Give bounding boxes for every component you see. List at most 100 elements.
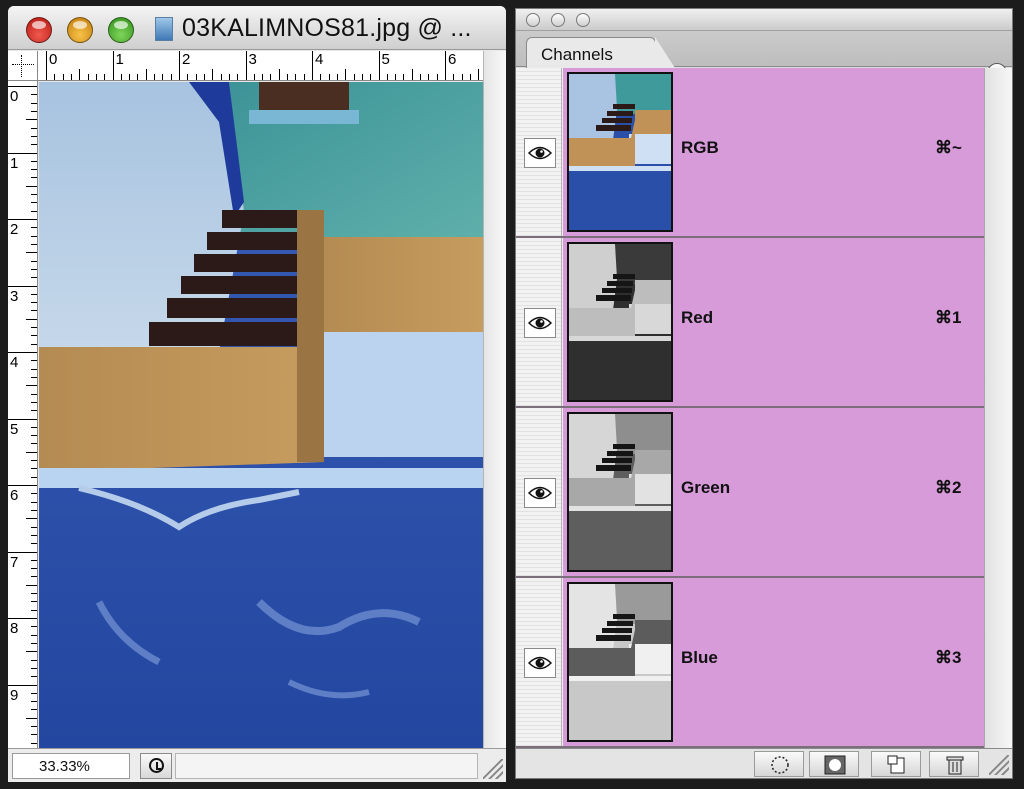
ruler-minor-tick — [461, 74, 463, 80]
ruler-label: 6 — [10, 487, 19, 504]
ruler-minor-tick — [31, 302, 37, 304]
load-channel-as-selection-button[interactable] — [754, 751, 804, 777]
panel-resize-grip-icon[interactable] — [989, 755, 1009, 775]
ruler-minor-tick — [31, 526, 37, 528]
vertical-ruler[interactable]: 0 1 2 3 4 5 6 7 8 9 — [8, 81, 38, 749]
ruler-minor-tick — [26, 385, 37, 387]
channel-row-blue[interactable]: Blue ⌘3 — [516, 578, 984, 748]
eye-icon[interactable] — [524, 478, 556, 508]
ruler-minor-tick — [31, 559, 37, 561]
ruler-origin-corner[interactable] — [8, 51, 38, 81]
visibility-column[interactable] — [516, 68, 562, 236]
tab-channels[interactable]: Channels — [526, 37, 675, 68]
channel-row-body[interactable]: Blue ⌘3 — [563, 578, 984, 746]
ruler-major-tick — [8, 285, 37, 287]
ruler-minor-tick — [31, 260, 37, 262]
horizontal-ruler[interactable]: 0 1 2 3 4 5 6 — [38, 51, 483, 81]
delete-channel-button[interactable] — [929, 751, 979, 777]
panel-footer — [516, 748, 1012, 778]
ruler-label: 0 — [10, 88, 19, 105]
ruler-minor-tick — [31, 401, 37, 403]
channel-row-red[interactable]: Red ⌘1 — [516, 238, 984, 408]
ruler-minor-tick — [295, 74, 297, 80]
ruler-minor-tick — [411, 69, 413, 80]
channel-row-body[interactable]: RGB ⌘~ — [563, 68, 984, 236]
ruler-minor-tick — [31, 202, 37, 204]
channel-row-rgb[interactable]: RGB ⌘~ — [516, 68, 984, 238]
ruler-minor-tick — [26, 584, 37, 586]
image-canvas[interactable] — [39, 82, 483, 748]
panel-minimize-button[interactable] — [551, 13, 565, 27]
ruler-minor-tick — [31, 701, 37, 703]
visibility-column[interactable] — [516, 408, 562, 576]
ruler-minor-tick — [31, 127, 37, 129]
trash-icon — [946, 756, 964, 775]
zoom-level-field[interactable]: 33.33% — [12, 753, 130, 779]
ruler-label: 5 — [381, 51, 390, 68]
ruler-minor-tick — [203, 74, 205, 80]
ruler-major-tick — [378, 51, 380, 80]
ruler-minor-tick — [31, 692, 37, 694]
ruler-minor-tick — [70, 74, 72, 80]
save-selection-as-channel-button[interactable] — [809, 751, 859, 777]
ruler-minor-tick — [31, 110, 37, 112]
ruler-minor-tick — [26, 717, 37, 719]
minimize-window-button[interactable] — [67, 17, 93, 43]
ruler-minor-tick — [31, 243, 37, 245]
ruler-major-tick — [8, 352, 37, 353]
image-file-icon[interactable] — [155, 17, 173, 41]
ruler-minor-tick — [31, 160, 37, 162]
ruler-minor-tick — [31, 410, 37, 412]
ruler-minor-tick — [31, 94, 37, 96]
ruler-label: 1 — [10, 154, 19, 172]
document-titlebar[interactable]: 03KALIMNOS81.jpg @ ... — [8, 6, 506, 50]
eye-icon[interactable] — [524, 648, 556, 678]
ruler-major-tick — [8, 219, 37, 220]
panel-vertical-scrollbar[interactable] — [984, 68, 1012, 748]
ruler-minor-tick — [31, 443, 37, 445]
ruler-minor-tick — [31, 568, 37, 570]
ruler-minor-tick — [87, 74, 89, 80]
ruler-minor-tick — [31, 268, 37, 270]
channel-name: Green — [681, 478, 731, 497]
ruler-label: 3 — [10, 287, 19, 305]
ruler-minor-tick — [31, 593, 37, 595]
eye-icon[interactable] — [524, 138, 556, 168]
ruler-minor-tick — [31, 435, 37, 437]
channel-name: RGB — [681, 138, 719, 157]
ruler-label: 5 — [10, 420, 19, 438]
ruler-major-tick — [112, 51, 114, 80]
ruler-minor-tick — [31, 726, 37, 728]
close-window-button[interactable] — [26, 17, 52, 43]
ruler-minor-tick — [31, 177, 37, 179]
eye-icon[interactable] — [524, 308, 556, 338]
new-page-icon — [887, 755, 905, 774]
channel-row-body[interactable]: Red ⌘1 — [563, 238, 984, 406]
channels-panel: Channels RGB ⌘~ Red ⌘1 Green ⌘2 Blue ⌘3 — [515, 8, 1013, 779]
visibility-column[interactable] — [516, 238, 562, 406]
resize-grip-icon[interactable] — [483, 759, 503, 779]
document-vertical-scrollbar[interactable] — [483, 51, 506, 748]
channel-row-green[interactable]: Green ⌘2 — [516, 408, 984, 578]
ruler-minor-tick — [31, 460, 37, 462]
panel-zoom-button[interactable] — [576, 13, 590, 27]
ruler-minor-tick — [187, 74, 189, 80]
create-new-channel-button[interactable] — [871, 751, 921, 777]
zoom-window-button[interactable] — [108, 17, 134, 43]
ruler-minor-tick — [31, 734, 37, 736]
ruler-minor-tick — [31, 659, 37, 661]
clock-icon — [149, 758, 164, 773]
ruler-minor-tick — [303, 74, 305, 80]
ruler-major-tick — [8, 618, 37, 619]
ruler-minor-tick — [31, 634, 37, 636]
ruler-minor-tick — [26, 318, 37, 320]
status-info-menu-button[interactable] — [140, 753, 172, 779]
channel-row-body[interactable]: Green ⌘2 — [563, 408, 984, 576]
ruler-minor-tick — [469, 74, 471, 80]
document-horizontal-scrollbar[interactable] — [175, 753, 478, 779]
panel-close-button[interactable] — [526, 13, 540, 27]
ruler-minor-tick — [31, 609, 37, 611]
ruler-minor-tick — [31, 543, 37, 545]
panel-titlebar[interactable] — [516, 9, 1012, 31]
visibility-column[interactable] — [516, 578, 562, 746]
